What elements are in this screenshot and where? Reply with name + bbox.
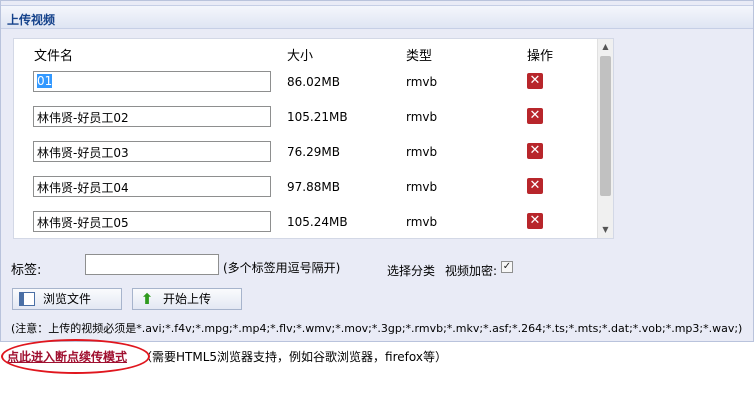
upload-panel: 上传视频 文件名 大小 类型 操作 01 86.02MB rmvb ✕ 林伟贤-… — [0, 0, 754, 342]
delete-x-icon[interactable]: ✕ — [527, 108, 543, 124]
column-header-name: 文件名 — [34, 49, 74, 64]
file-size: 86.02MB — [287, 75, 340, 89]
resume-hint: （需要HTML5浏览器支持，例如谷歌浏览器，firefox等） — [140, 350, 447, 364]
file-name-input[interactable]: 林伟贤-好员工03 — [33, 141, 271, 162]
format-note: (注意：上传的视频必须是*.avi;*.f4v;*.mpg;*.mp4;*.fl… — [11, 322, 743, 335]
scroll-thumb[interactable] — [600, 56, 611, 196]
column-header-type: 类型 — [406, 49, 433, 64]
file-name-input[interactable]: 林伟贤-好员工04 — [33, 176, 271, 197]
file-list: 文件名 大小 类型 操作 01 86.02MB rmvb ✕ 林伟贤-好员工02… — [13, 38, 614, 239]
panel-header: 上传视频 — [1, 5, 753, 29]
file-name-input[interactable]: 01 — [33, 71, 271, 92]
scroll-up-arrow-icon[interactable]: ▲ — [598, 39, 613, 55]
column-header-action: 操作 — [527, 49, 554, 64]
select-category-link[interactable]: 选择分类 — [387, 262, 435, 279]
table-row: 林伟贤-好员工02 105.21MB rmvb ✕ — [14, 106, 599, 141]
file-name-input[interactable]: 林伟贤-好员工02 — [33, 106, 271, 127]
file-type: rmvb — [406, 110, 438, 124]
highlight-circle — [1, 339, 150, 374]
file-type: rmvb — [406, 180, 438, 194]
table-row: 林伟贤-好员工05 105.24MB rmvb ✕ — [14, 211, 599, 238]
file-type: rmvb — [406, 215, 438, 229]
tags-input[interactable] — [85, 254, 219, 275]
panel-title: 上传视频 — [7, 13, 56, 27]
column-header-size: 大小 — [287, 49, 314, 64]
tags-label: 标签: — [11, 263, 42, 278]
encrypt-checkbox[interactable]: ✓ — [501, 261, 513, 273]
start-upload-label: 开始上传 — [163, 292, 212, 306]
file-size: 105.24MB — [287, 215, 348, 229]
file-size: 105.21MB — [287, 110, 348, 124]
browse-files-button[interactable]: 浏览文件 — [12, 288, 122, 310]
table-row: 01 86.02MB rmvb ✕ — [14, 71, 599, 106]
delete-x-icon[interactable]: ✕ — [527, 73, 543, 89]
delete-x-icon[interactable]: ✕ — [527, 143, 543, 159]
file-type: rmvb — [406, 145, 438, 159]
table-row: 林伟贤-好员工03 76.29MB rmvb ✕ — [14, 141, 599, 176]
vertical-scrollbar[interactable]: ▲ ▼ — [597, 39, 613, 238]
upload-arrow-icon: ⬆ — [140, 290, 154, 308]
delete-x-icon[interactable]: ✕ — [527, 213, 543, 229]
file-size: 76.29MB — [287, 145, 340, 159]
start-upload-button[interactable]: ⬆ 开始上传 — [132, 288, 242, 310]
tags-hint: (多个标签用逗号隔开) — [223, 261, 341, 275]
browse-files-label: 浏览文件 — [43, 292, 92, 306]
scroll-down-arrow-icon[interactable]: ▼ — [598, 222, 613, 238]
delete-x-icon[interactable]: ✕ — [527, 178, 543, 194]
table-row: 林伟贤-好员工04 97.88MB rmvb ✕ — [14, 176, 599, 211]
file-name-input[interactable]: 林伟贤-好员工05 — [33, 211, 271, 232]
browse-window-icon — [19, 292, 35, 306]
file-type: rmvb — [406, 75, 438, 89]
file-size: 97.88MB — [287, 180, 340, 194]
encrypt-label: 视频加密: — [445, 264, 498, 278]
